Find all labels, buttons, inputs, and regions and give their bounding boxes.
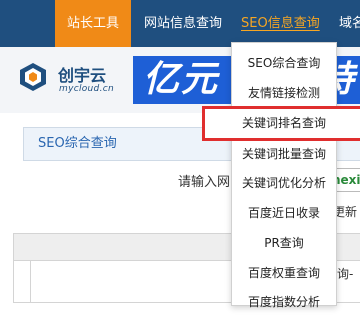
logo-subtitle: mycloud.cn <box>59 84 114 94</box>
menu-item-seo-overview[interactable]: SEO综合查询 <box>232 49 336 78</box>
seo-dropdown-menu: SEO综合查询 友情链接检测 关键词排名查询 关键词批量查询 关键词优化分析 百… <box>202 42 360 309</box>
menu-item-keyword-optimize[interactable]: 关键词优化分析 <box>232 169 336 198</box>
menu-item-baidu-index[interactable]: 百度指数分析 <box>232 288 336 317</box>
panel-title: SEO综合查询 <box>38 136 117 151</box>
site-logo[interactable]: 创宇云 mycloud.cn <box>10 57 130 103</box>
menu-item-keyword-batch[interactable]: 关键词批量查询 <box>232 140 336 169</box>
nav-item-site-info[interactable]: 网站信息查询 <box>144 0 222 47</box>
input-prompt: 请输入网 <box>178 175 231 190</box>
nav-item-tools[interactable]: 站长工具 <box>55 0 132 47</box>
top-nav: 站长工具 网站信息查询 SEO信息查询 域名 <box>0 0 360 47</box>
nav-item-seo-info[interactable]: SEO信息查询 <box>241 0 320 47</box>
menu-item-keyword-ranking[interactable]: 关键词排名查询 <box>202 106 360 141</box>
logo-text: 创宇云 <box>58 66 107 85</box>
table-divider <box>30 260 31 302</box>
menu-item-baidu-weight[interactable]: 百度权重查询 <box>232 259 336 288</box>
hexagon-logo-icon <box>20 63 46 91</box>
promo-text: 亿元 <box>143 59 220 100</box>
nav-item-domain[interactable]: 域名 <box>339 0 360 47</box>
menu-item-friend-links[interactable]: 友情链接检测 <box>232 79 336 108</box>
menu-item-pr[interactable]: PR查询 <box>232 229 336 258</box>
menu-item-baidu-recent[interactable]: 百度近日收录 <box>232 199 336 228</box>
